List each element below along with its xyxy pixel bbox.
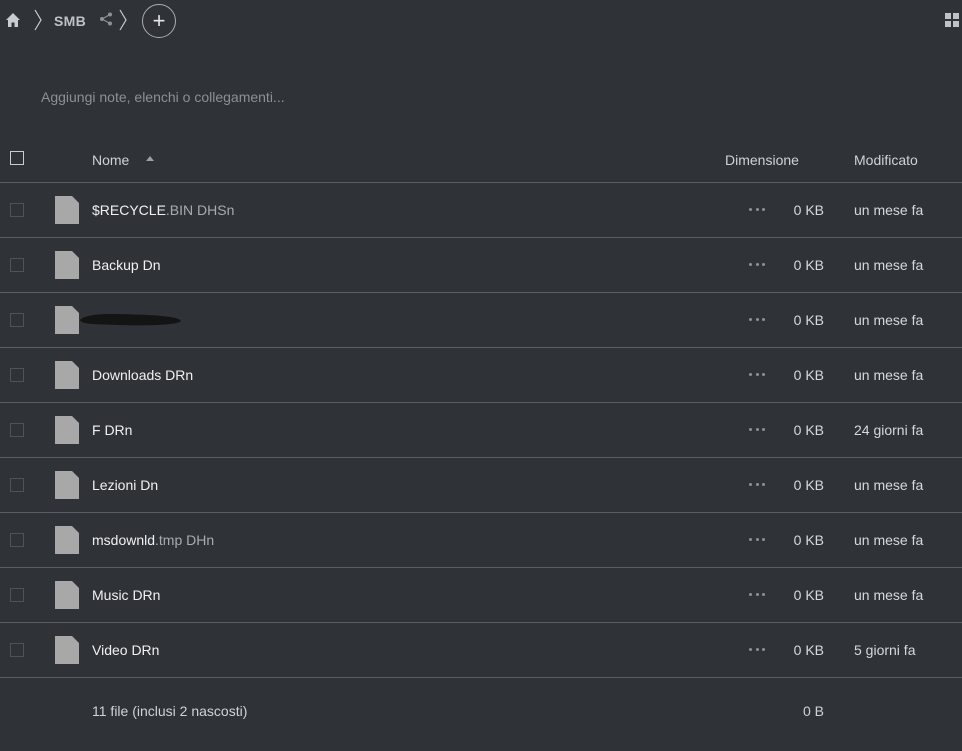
file-size: 0 KB <box>793 312 824 328</box>
file-size: 0 KB <box>793 642 824 658</box>
file-modified: un mese fa <box>854 532 924 548</box>
file-name[interactable]: F DRn <box>92 422 132 438</box>
file-table: Nome Dimensione Modificato $RECYCLE.BIN … <box>0 137 962 740</box>
table-header: Nome Dimensione Modificato <box>0 137 962 183</box>
plus-icon: + <box>152 8 166 33</box>
row-checkbox[interactable] <box>10 258 24 272</box>
row-checkbox[interactable] <box>10 478 24 492</box>
file-icon <box>55 636 79 664</box>
file-count: 11 file (inclusi 2 nascosti) <box>92 703 248 719</box>
file-name-base: Video DRn <box>92 642 160 658</box>
breadcrumb-current[interactable]: SMB <box>54 13 86 29</box>
column-header-name[interactable]: Nome <box>92 152 129 168</box>
file-icon <box>55 251 79 279</box>
grid-view-icon[interactable] <box>945 13 959 27</box>
row-checkbox[interactable] <box>10 588 24 602</box>
row-checkbox[interactable] <box>10 533 24 547</box>
more-horizontal-icon[interactable] <box>749 538 765 542</box>
file-icon <box>55 306 79 334</box>
row-checkbox[interactable] <box>10 423 24 437</box>
more-horizontal-icon[interactable] <box>749 593 765 597</box>
file-name-base: msdownld <box>92 532 156 548</box>
chevron-right-icon <box>34 9 42 31</box>
file-icon <box>55 416 79 444</box>
file-size: 0 KB <box>793 367 824 383</box>
share-icon[interactable] <box>99 12 113 26</box>
select-all-checkbox[interactable] <box>10 151 24 165</box>
file-icon <box>55 526 79 554</box>
table-row[interactable]: Backup Dn 0 KB un mese fa <box>0 238 962 293</box>
file-name[interactable]: Video DRn <box>92 642 159 658</box>
file-name[interactable]: Music DRn <box>92 587 160 603</box>
table-row[interactable]: msdownld.tmp DHn 0 KB un mese fa <box>0 513 962 568</box>
column-header-modified[interactable]: Modificato <box>854 152 918 168</box>
row-checkbox[interactable] <box>10 203 24 217</box>
file-name[interactable]: msdownld.tmp DHn <box>92 532 214 548</box>
row-checkbox[interactable] <box>10 368 24 382</box>
file-icon <box>55 581 79 609</box>
chevron-right-icon <box>119 9 127 31</box>
table-row[interactable]: 0 KB un mese fa <box>0 293 962 348</box>
file-name[interactable]: Backup Dn <box>92 257 160 273</box>
file-size: 0 KB <box>793 477 824 493</box>
more-horizontal-icon[interactable] <box>749 208 765 212</box>
notes-input[interactable]: Aggiungi note, elenchi o collegamenti... <box>41 89 285 105</box>
file-name-extension: .tmp DHn <box>155 532 215 548</box>
table-row[interactable]: $RECYCLE.BIN DHSn 0 KB un mese fa <box>0 183 962 238</box>
file-name-extension: .BIN DHSn <box>165 202 235 218</box>
file-name[interactable]: Downloads DRn <box>92 367 193 383</box>
file-size: 0 KB <box>793 587 824 603</box>
table-summary: 11 file (inclusi 2 nascosti) 0 B <box>0 678 962 740</box>
file-modified: un mese fa <box>854 587 924 603</box>
file-name-base: Backup Dn <box>92 257 161 273</box>
file-name[interactable]: Lezioni Dn <box>92 477 158 493</box>
total-size: 0 B <box>802 703 824 719</box>
table-row[interactable]: Downloads DRn 0 KB un mese fa <box>0 348 962 403</box>
top-bar: SMB + <box>0 0 962 42</box>
file-modified: un mese fa <box>854 312 924 328</box>
home-icon[interactable] <box>5 12 21 28</box>
file-icon <box>55 471 79 499</box>
file-size: 0 KB <box>793 532 824 548</box>
file-size: 0 KB <box>793 422 824 438</box>
file-modified: un mese fa <box>854 367 924 383</box>
file-modified: un mese fa <box>854 257 924 273</box>
redaction-mark <box>80 314 181 326</box>
file-size: 0 KB <box>793 257 824 273</box>
file-size: 0 KB <box>793 202 824 218</box>
file-name-base: $RECYCLE <box>92 202 166 218</box>
file-modified: un mese fa <box>854 477 924 493</box>
row-checkbox[interactable] <box>10 313 24 327</box>
file-name-base: F DRn <box>92 422 133 438</box>
row-checkbox[interactable] <box>10 643 24 657</box>
column-header-size[interactable]: Dimensione <box>725 152 799 168</box>
file-name-base: Downloads DRn <box>92 367 194 383</box>
file-modified: 24 giorni fa <box>854 422 924 438</box>
more-horizontal-icon[interactable] <box>749 648 765 652</box>
file-name-base: Music DRn <box>92 587 161 603</box>
table-row[interactable]: Lezioni Dn 0 KB un mese fa <box>0 458 962 513</box>
add-button[interactable]: + <box>142 4 176 38</box>
table-row[interactable]: Music DRn 0 KB un mese fa <box>0 568 962 623</box>
more-horizontal-icon[interactable] <box>749 263 765 267</box>
table-row[interactable]: F DRn 0 KB 24 giorni fa <box>0 403 962 458</box>
file-icon <box>55 196 79 224</box>
table-row[interactable]: Video DRn 0 KB 5 giorni fa <box>0 623 962 678</box>
file-modified: un mese fa <box>854 202 924 218</box>
more-horizontal-icon[interactable] <box>749 428 765 432</box>
file-name[interactable]: $RECYCLE.BIN DHSn <box>92 202 234 218</box>
file-icon <box>55 361 79 389</box>
file-name-base: Lezioni Dn <box>92 477 159 493</box>
file-modified: 5 giorni fa <box>854 642 916 658</box>
more-horizontal-icon[interactable] <box>749 318 765 322</box>
sort-ascending-icon <box>146 156 154 161</box>
more-horizontal-icon[interactable] <box>749 483 765 487</box>
more-horizontal-icon[interactable] <box>749 373 765 377</box>
